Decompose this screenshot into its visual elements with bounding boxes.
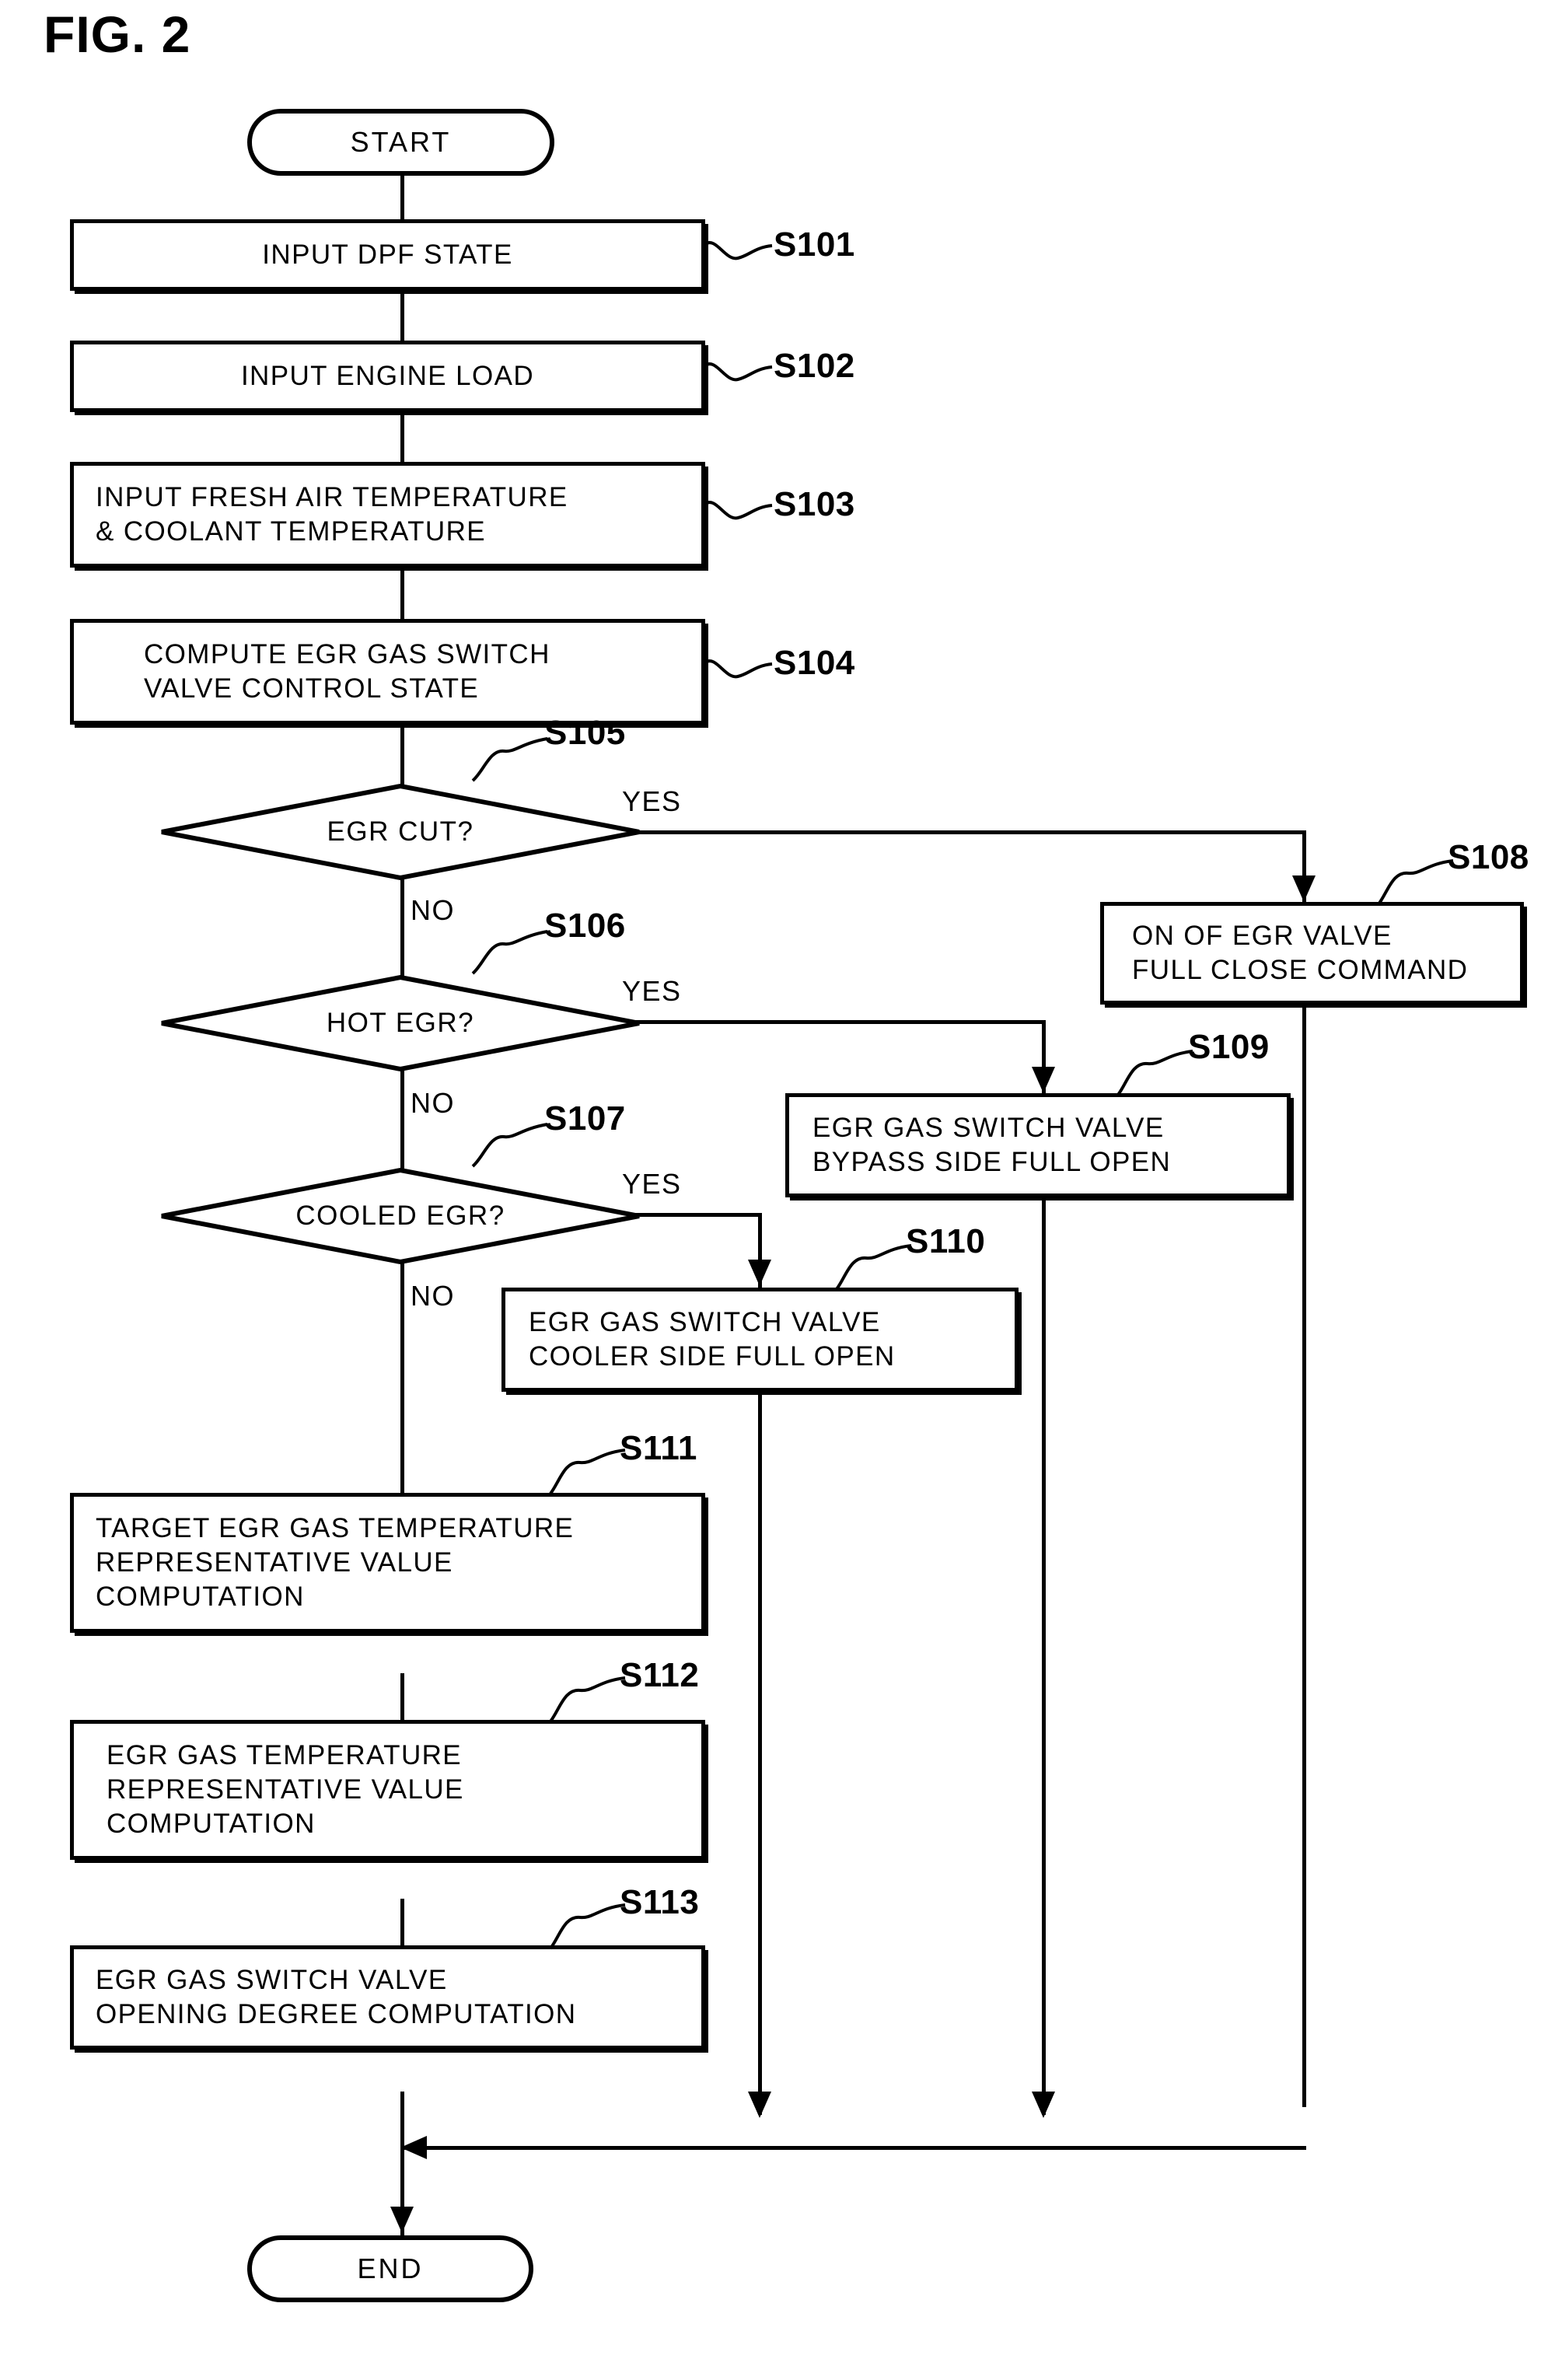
- leader-s102: [704, 355, 774, 401]
- arrowhead-to-s108: [1292, 875, 1316, 902]
- leader-s104: [704, 652, 774, 698]
- connector-s103-to-s104: [400, 566, 404, 619]
- connector-s102-to-s103: [400, 411, 404, 462]
- node-s102[interactable]: INPUT ENGINE LOAD: [70, 341, 705, 412]
- node-s109[interactable]: EGR GAS SWITCH VALVE BYPASS SIDE FULL OP…: [785, 1093, 1291, 1197]
- connector-s110-to-merge: [758, 1392, 762, 2115]
- node-s107-label: COOLED EGR?: [295, 1200, 505, 1231]
- node-s104[interactable]: COMPUTE EGR GAS SWITCH VALVE CONTROL STA…: [70, 619, 705, 725]
- node-s110-label: EGR GAS SWITCH VALVE COOLER SIDE FULL OP…: [529, 1306, 896, 1372]
- leader-s107: [466, 1117, 552, 1171]
- connector-s112-to-s113: [400, 1899, 404, 1950]
- step-label-s111: S111: [620, 1429, 697, 1467]
- figure-title: FIG. 2: [44, 5, 191, 63]
- connector-s106-yes-horizontal: [591, 1020, 1046, 1024]
- step-label-s104: S104: [774, 644, 855, 682]
- step-label-s112: S112: [620, 1656, 700, 1694]
- node-s105[interactable]: EGR CUT?: [159, 784, 641, 880]
- edge-label-s106-yes: YES: [622, 975, 682, 1007]
- arrowhead-to-end: [390, 2207, 414, 2233]
- leader-s103: [704, 493, 774, 540]
- node-s113[interactable]: EGR GAS SWITCH VALVE OPENING DEGREE COMP…: [70, 1945, 705, 2050]
- edge-label-s105-yes: YES: [622, 785, 682, 817]
- leader-s106: [466, 924, 552, 978]
- connector-start-to-s101: [400, 174, 404, 219]
- node-s113-label: EGR GAS SWITCH VALVE OPENING DEGREE COMP…: [96, 1964, 577, 2029]
- node-s105-label: EGR CUT?: [327, 816, 474, 847]
- arrowhead-to-s109: [1032, 1067, 1055, 1093]
- step-label-s109: S109: [1188, 1028, 1270, 1066]
- leader-s111: [544, 1442, 630, 1498]
- edge-label-s107-no: NO: [411, 1280, 455, 1312]
- node-s106[interactable]: HOT EGR?: [159, 975, 641, 1071]
- node-s108[interactable]: ON OF EGR VALVE FULL CLOSE COMMAND: [1100, 902, 1524, 1005]
- leader-s101: [704, 233, 774, 280]
- connector-s107-no-to-s111: [400, 1263, 404, 1494]
- leader-s113: [544, 1897, 630, 1953]
- leader-s109: [1112, 1042, 1197, 1100]
- figure-canvas: FIG. 2 START INPUT DPF STATE INPUT ENGIN…: [0, 0, 1555, 2380]
- node-s103-label: INPUT FRESH AIR TEMPERATURE & COOLANT TE…: [96, 481, 568, 547]
- arrowhead-merge-into-main: [400, 2136, 427, 2159]
- step-label-s102: S102: [774, 347, 855, 385]
- node-s109-label: EGR GAS SWITCH VALVE BYPASS SIDE FULL OP…: [812, 1112, 1172, 1177]
- node-end[interactable]: END: [247, 2235, 533, 2302]
- step-label-s106: S106: [544, 907, 626, 945]
- connector-s105-no-to-s106: [400, 879, 404, 977]
- node-s110[interactable]: EGR GAS SWITCH VALVE COOLER SIDE FULL OP…: [501, 1288, 1019, 1392]
- arrowhead-s110-merge: [748, 2092, 771, 2118]
- connector-s105-yes-horizontal: [591, 830, 1306, 834]
- edge-label-s106-no: NO: [411, 1087, 455, 1119]
- node-end-label: END: [357, 2252, 424, 2284]
- step-label-s110: S110: [906, 1222, 986, 1260]
- arrowhead-s109-merge: [1032, 2092, 1055, 2118]
- step-label-s113: S113: [620, 1883, 700, 1921]
- connector-s106-no-to-s107: [400, 1070, 404, 1169]
- step-label-s103: S103: [774, 485, 855, 523]
- node-s112-label: EGR GAS TEMPERATURE REPRESENTATIVE VALUE…: [107, 1739, 464, 1840]
- leader-s108: [1372, 851, 1458, 910]
- arrowhead-to-s110: [748, 1260, 771, 1286]
- connector-s111-to-s112: [400, 1673, 404, 1725]
- node-s112[interactable]: EGR GAS TEMPERATURE REPRESENTATIVE VALUE…: [70, 1720, 705, 1860]
- connector-s109-to-merge: [1042, 1197, 1046, 2115]
- node-start-label: START: [350, 126, 452, 158]
- edge-label-s105-no: NO: [411, 894, 455, 926]
- node-s103[interactable]: INPUT FRESH AIR TEMPERATURE & COOLANT TE…: [70, 462, 705, 568]
- edge-label-s107-yes: YES: [622, 1168, 682, 1200]
- node-s104-label: COMPUTE EGR GAS SWITCH VALVE CONTROL STA…: [144, 638, 550, 704]
- node-s108-label: ON OF EGR VALVE FULL CLOSE COMMAND: [1132, 920, 1469, 985]
- node-s101-label: INPUT DPF STATE: [262, 239, 513, 270]
- merge-bus-horizontal: [400, 2146, 1306, 2150]
- step-label-s108: S108: [1448, 838, 1529, 876]
- step-label-s107: S107: [544, 1099, 626, 1138]
- node-s107[interactable]: COOLED EGR?: [159, 1168, 641, 1264]
- leader-s112: [544, 1670, 630, 1726]
- node-s111[interactable]: TARGET EGR GAS TEMPERATURE REPRESENTATIV…: [70, 1493, 705, 1633]
- node-s111-label: TARGET EGR GAS TEMPERATURE REPRESENTATIV…: [96, 1512, 575, 1613]
- leader-s105: [466, 731, 552, 785]
- step-label-s101: S101: [774, 225, 855, 264]
- node-s102-label: INPUT ENGINE LOAD: [240, 360, 535, 391]
- node-s106-label: HOT EGR?: [326, 1008, 475, 1038]
- leader-s110: [830, 1236, 916, 1295]
- node-start[interactable]: START: [247, 109, 554, 176]
- connector-s101-to-s102: [400, 289, 404, 341]
- connector-s104-to-s105: [400, 723, 404, 785]
- connector-s108-to-merge: [1302, 1003, 1306, 2107]
- node-s101[interactable]: INPUT DPF STATE: [70, 219, 705, 291]
- step-label-s105: S105: [544, 714, 626, 752]
